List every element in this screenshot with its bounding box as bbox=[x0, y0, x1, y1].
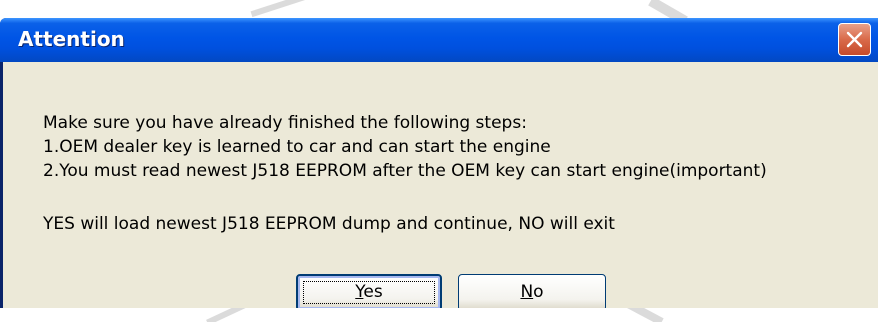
message-line-instruction: YES will load newest J518 EEPROM dump an… bbox=[43, 214, 615, 234]
yes-button[interactable]: Yes bbox=[296, 274, 442, 308]
close-button[interactable] bbox=[838, 23, 871, 56]
no-button-mnemonic: N bbox=[520, 282, 534, 302]
close-icon bbox=[846, 31, 863, 48]
yes-button-label: es bbox=[363, 282, 383, 302]
dialog-title: Attention bbox=[18, 27, 125, 51]
message-line-step1: 1.OEM dealer key is learned to car and c… bbox=[43, 137, 551, 157]
no-button[interactable]: No bbox=[458, 274, 606, 308]
title-bar[interactable]: Attention bbox=[0, 18, 878, 62]
no-button-label: o bbox=[533, 282, 544, 302]
dialog-body: Make sure you have already finished the … bbox=[3, 62, 878, 308]
attention-dialog: Attention Make sure you have already fin… bbox=[0, 18, 878, 308]
watermark-stroke bbox=[250, 0, 310, 18]
message-line-step2: 2.You must read newest J518 EEPROM after… bbox=[43, 161, 767, 181]
message-line-intro: Make sure you have already finished the … bbox=[43, 113, 527, 133]
screenshot-canvas: Attention Make sure you have already fin… bbox=[0, 0, 878, 322]
